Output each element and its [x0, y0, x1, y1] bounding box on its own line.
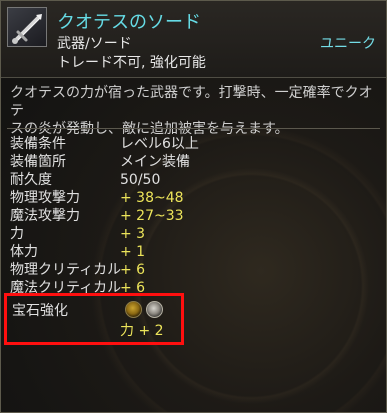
stat-list: 装備条件 レベル6以上 装備箇所 メイン装備 耐久度 50/50 物理攻撃力 +… — [10, 135, 370, 297]
gem-bonus-value: 力 + 2 — [120, 323, 164, 339]
item-rarity: ユニーク — [320, 36, 376, 52]
stat-value: + 27~33 — [120, 208, 184, 224]
stat-value: + 1 — [120, 244, 146, 260]
stat-value: + 6 — [120, 262, 146, 278]
stat-row-durability: 耐久度 50/50 — [10, 171, 370, 189]
stat-label: 物理クリティカル — [10, 262, 122, 278]
tooltip-header: クオテスのソード 武器/ソード ユニーク トレード不可, 強化可能 — [1, 1, 386, 78]
stat-row-equip-requirement: 装備条件 レベル6以上 — [10, 135, 370, 153]
trade-status: トレード不可, 強化可能 — [57, 55, 206, 71]
stat-value: + 3 — [120, 226, 146, 242]
stat-value: メイン装備 — [120, 154, 190, 170]
section-divider — [7, 128, 380, 129]
stat-label: 耐久度 — [10, 172, 52, 188]
gem-enhancement-label: 宝石強化 — [12, 303, 68, 319]
stat-label: 魔法攻撃力 — [10, 208, 80, 224]
stat-row-physical-attack: 物理攻撃力 + 38~48 — [10, 189, 370, 207]
silver-gem-icon — [146, 301, 163, 318]
stat-row-strength: 力 + 3 — [10, 225, 370, 243]
stat-row-magic-attack: 魔法攻撃力 + 27~33 — [10, 207, 370, 225]
item-tooltip: クオテスのソード 武器/ソード ユニーク トレード不可, 強化可能 クオテスの力… — [0, 0, 387, 413]
item-description: クオテスの力が宿った武器です。打撃時、一定確率でクオテ スの炎が発動し、敵に追加… — [10, 84, 375, 138]
stat-label: 物理攻撃力 — [10, 190, 80, 206]
stat-row-physical-critical: 物理クリティカル + 6 — [10, 261, 370, 279]
stat-value: レベル6以上 — [120, 136, 199, 152]
stat-row-equip-slot: 装備箇所 メイン装備 — [10, 153, 370, 171]
gold-gem-icon — [125, 301, 142, 318]
sword-icon — [7, 7, 47, 47]
stat-label: 装備箇所 — [10, 154, 66, 170]
stat-value: + 38~48 — [120, 190, 184, 206]
description-line-1: クオテスの力が宿った武器です。打撃時、一定確率でクオテ — [10, 85, 373, 119]
stat-label: 力 — [10, 226, 24, 242]
stat-label: 装備条件 — [10, 136, 66, 152]
item-type: 武器/ソード — [57, 36, 132, 52]
stat-label: 体力 — [10, 244, 38, 260]
stat-row-stamina: 体力 + 1 — [10, 243, 370, 261]
stat-value: 50/50 — [120, 172, 161, 188]
item-name: クオテスのソード — [57, 12, 201, 33]
gem-enhancement-section: 宝石強化 力 + 2 — [4, 293, 184, 345]
